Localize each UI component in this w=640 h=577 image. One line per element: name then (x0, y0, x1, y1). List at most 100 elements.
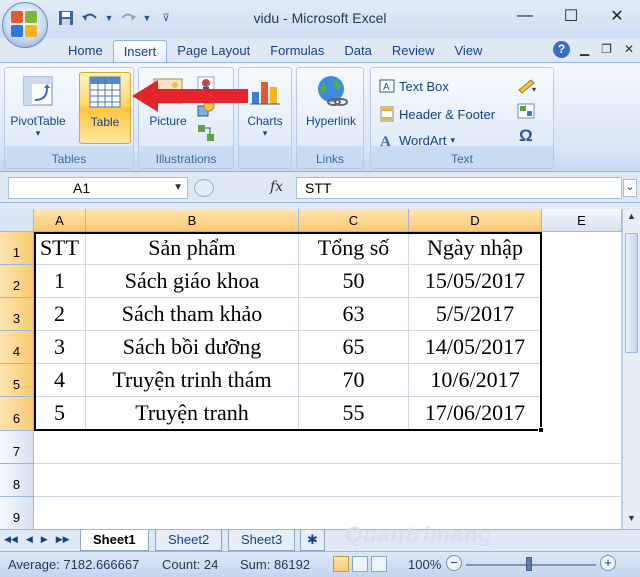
scroll-up-icon[interactable]: ▲ (625, 211, 638, 225)
row-header-2[interactable]: 2 (0, 265, 34, 298)
function-icon[interactable]: fx (270, 179, 283, 195)
table-cell[interactable]: 17/06/2017 (409, 397, 542, 431)
normal-view-icon[interactable] (333, 556, 349, 572)
zoom-in-icon[interactable]: + (600, 555, 616, 571)
first-sheet-icon[interactable]: ◀◀ (4, 534, 18, 545)
formula-bar-handle-icon[interactable] (194, 179, 214, 197)
table-cell[interactable]: 70 (299, 364, 409, 397)
formula-bar: A1 ▼ fx STT ⌄ (0, 173, 640, 203)
status-sum: Sum: 86192 (240, 557, 311, 572)
table-cell[interactable]: 63 (299, 298, 409, 331)
table-header-cell[interactable]: Ngày nhập (409, 232, 542, 265)
column-header-e[interactable]: E (542, 209, 622, 232)
group-links: Hyperlink Links (296, 67, 364, 169)
close-button[interactable]: ✕ (594, 0, 640, 32)
table-cell[interactable]: 5/5/2017 (409, 298, 542, 331)
help-icon[interactable]: ? (553, 41, 570, 58)
pivottable-button[interactable]: PivotTable ▾ (9, 72, 67, 144)
pivottable-label: PivotTable (10, 114, 66, 128)
page-layout-view-icon[interactable] (352, 556, 368, 572)
prev-sheet-icon[interactable]: ◀ (26, 534, 33, 545)
tab-home[interactable]: Home (58, 40, 113, 63)
worksheet-grid[interactable]: A B C D E 1 2 3 4 5 6 7 8 9 STT Sản phẩm… (0, 209, 622, 529)
minimize-button[interactable]: — (502, 0, 548, 32)
column-header-c[interactable]: C (299, 209, 409, 232)
table-header-cell[interactable]: STT (34, 232, 86, 265)
row-header-4[interactable]: 4 (0, 331, 34, 364)
row-header-3[interactable]: 3 (0, 298, 34, 331)
empty-row[interactable] (34, 464, 622, 497)
smartart-icon[interactable] (197, 124, 215, 145)
table-cell[interactable]: 55 (299, 397, 409, 431)
table-cell[interactable]: 65 (299, 331, 409, 364)
name-box-dropdown-icon[interactable]: ▼ (173, 178, 183, 198)
workbook-close-icon[interactable]: ✕ (624, 42, 634, 56)
sheet-tab-sheet2[interactable]: Sheet2 (155, 530, 223, 551)
formula-input[interactable]: STT (296, 177, 622, 199)
tab-view[interactable]: View (445, 40, 493, 63)
tab-data[interactable]: Data (334, 40, 381, 63)
row-header-9[interactable]: 9 (0, 497, 34, 529)
status-average: Average: 7182.666667 (8, 557, 140, 572)
sheet-tab-sheet1[interactable]: Sheet1 (80, 530, 149, 551)
textbox-button[interactable]: A Text Box (379, 76, 449, 96)
table-cell[interactable]: 2 (34, 298, 86, 331)
column-header-b[interactable]: B (86, 209, 299, 232)
expand-formula-bar-icon[interactable]: ⌄ (623, 179, 637, 197)
table-header-cell[interactable]: Sản phẩm (86, 232, 299, 265)
vertical-scrollbar[interactable]: ▲ ▼ (622, 209, 640, 529)
table-cell[interactable]: 5 (34, 397, 86, 431)
tab-review[interactable]: Review (382, 40, 445, 63)
table-cell[interactable]: 1 (34, 265, 86, 298)
table-cell[interactable]: 50 (299, 265, 409, 298)
page-break-view-icon[interactable] (371, 556, 387, 572)
workbook-restore-icon[interactable]: ❐ (601, 42, 612, 56)
row-header-8[interactable]: 8 (0, 464, 34, 497)
table-cell[interactable]: 15/05/2017 (409, 265, 542, 298)
table-button[interactable]: Table (79, 72, 131, 144)
insert-sheet-icon[interactable]: ✱ (300, 530, 325, 551)
tab-formulas[interactable]: Formulas (260, 40, 334, 63)
row-header-5[interactable]: 5 (0, 364, 34, 397)
maximize-button[interactable]: ☐ (548, 0, 594, 32)
select-all-corner[interactable] (0, 209, 34, 232)
name-box[interactable]: A1 ▼ (8, 177, 188, 199)
zoom-level[interactable]: 100% (408, 557, 441, 572)
sheet-tab-sheet3[interactable]: Sheet3 (228, 530, 296, 551)
empty-row[interactable] (34, 497, 622, 529)
table-cell[interactable]: Sách tham khảo (86, 298, 299, 331)
table-cell[interactable]: Truyện trinh thám (86, 364, 299, 397)
column-header-d[interactable]: D (409, 209, 542, 232)
table-cell[interactable]: Sách bồi dưỡng (86, 331, 299, 364)
table-cell[interactable]: 4 (34, 364, 86, 397)
workbook-minimize-icon[interactable]: ▁ (580, 42, 589, 56)
hyperlink-button[interactable]: Hyperlink (299, 72, 363, 144)
tab-page-layout[interactable]: Page Layout (167, 40, 260, 63)
row-header-7[interactable]: 7 (0, 431, 34, 464)
header-footer-button[interactable]: Header & Footer (379, 104, 495, 124)
row-header-6[interactable]: 6 (0, 397, 34, 431)
office-button[interactable] (2, 2, 48, 48)
table-cell[interactable]: 10/6/2017 (409, 364, 542, 397)
table-header-cell[interactable]: Tổng số (299, 232, 409, 265)
table-cell[interactable]: Truyện tranh (86, 397, 299, 431)
svg-text:A: A (380, 134, 391, 148)
row-header-1[interactable]: 1 (0, 232, 34, 265)
empty-cells-column-e[interactable] (542, 232, 622, 431)
object-icon[interactable] (517, 102, 537, 123)
zoom-slider-thumb[interactable] (526, 557, 532, 571)
table-cell[interactable]: Sách giáo khoa (86, 265, 299, 298)
next-sheet-icon[interactable]: ▶ (41, 534, 48, 545)
zoom-out-icon[interactable]: − (446, 555, 462, 571)
column-header-a[interactable]: A (34, 209, 86, 232)
table-cell[interactable]: 3 (34, 331, 86, 364)
scrollbar-thumb[interactable] (625, 233, 638, 353)
empty-row[interactable] (34, 431, 622, 464)
signature-line-icon[interactable]: ▾ (517, 76, 539, 97)
tab-insert[interactable]: Insert (112, 40, 168, 63)
scroll-down-icon[interactable]: ▼ (625, 513, 638, 527)
wordart-button[interactable]: A WordArt ▾ (379, 130, 455, 151)
last-sheet-icon[interactable]: ▶▶ (56, 534, 70, 545)
table-cell[interactable]: 14/05/2017 (409, 331, 542, 364)
symbol-omega-icon[interactable]: Ω (519, 126, 533, 146)
